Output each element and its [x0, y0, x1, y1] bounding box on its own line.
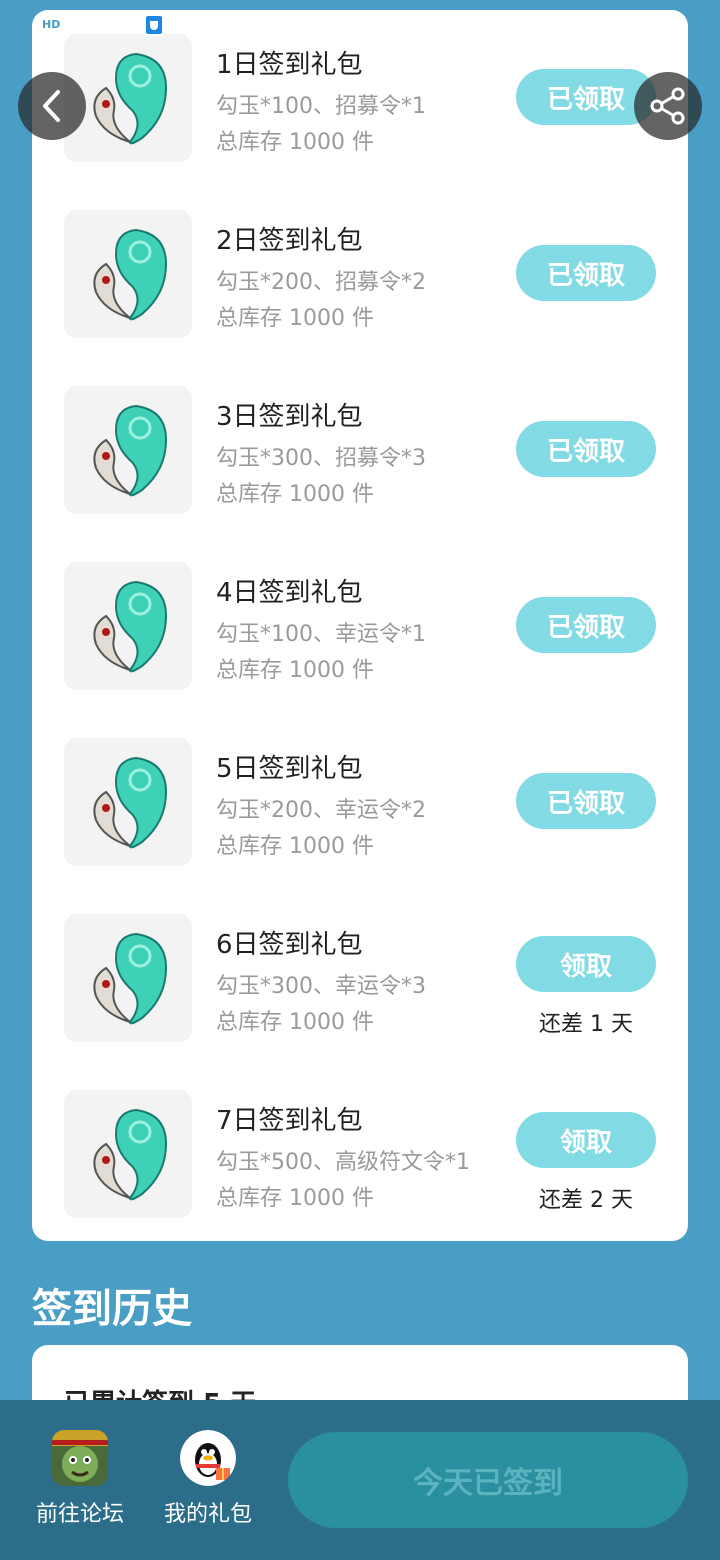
gift-thumbnail — [64, 914, 192, 1042]
claimed-button[interactable]: 已领取 — [516, 245, 656, 301]
back-button[interactable] — [18, 72, 86, 140]
claim-button[interactable]: 领取 — [516, 1112, 656, 1168]
magatama-icon — [93, 756, 168, 849]
gift-stock: 总库存 1000 件 — [216, 1186, 374, 1211]
gift-title: 4日签到礼包 — [216, 578, 363, 608]
gift-description: 勾玉*300、幸运令*3 — [216, 974, 426, 999]
gift-stock: 总库存 1000 件 — [216, 130, 374, 155]
gift-item-day-7: 7日签到礼包 勾玉*500、高级符文令*1 总库存 1000 件 领取 还差 2… — [32, 1066, 688, 1242]
gift-item-day-3: 3日签到礼包 勾玉*300、招募令*3 总库存 1000 件 已领取 — [32, 362, 688, 538]
magatama-icon — [93, 580, 168, 673]
magatama-icon — [93, 228, 168, 321]
gift-item-day-5: 5日签到礼包 勾玉*200、幸运令*2 总库存 1000 件 已领取 — [32, 714, 688, 890]
gift-thumbnail — [64, 562, 192, 690]
shield-icon — [143, 14, 164, 36]
magatama-icon — [93, 52, 168, 145]
forum-label: 前往论坛 — [35, 1502, 124, 1527]
days-remaining: 还差 2 天 — [539, 1188, 633, 1213]
share-button[interactable] — [634, 72, 702, 140]
forum-button[interactable]: 前往论坛 — [20, 1430, 140, 1528]
game-avatar-icon — [52, 1430, 108, 1486]
gift-stock: 总库存 1000 件 — [216, 482, 374, 507]
gift-title: 5日签到礼包 — [216, 754, 363, 784]
claimed-button[interactable]: 已领取 — [516, 421, 656, 477]
claimed-button[interactable]: 已领取 — [516, 773, 656, 829]
gift-description: 勾玉*200、幸运令*2 — [216, 798, 426, 823]
claimed-button[interactable]: 已领取 — [516, 597, 656, 653]
status-left: HD 4G — [40, 14, 164, 36]
bottom-bar: 前往论坛 我的礼包 今天已签到 — [0, 1400, 720, 1560]
gift-title: 7日签到礼包 — [216, 1106, 363, 1136]
status-right: N 30 11:25 — [517, 13, 682, 37]
gift-description: 勾玉*100、招募令*1 — [216, 94, 426, 119]
gift-title: 2日签到礼包 — [216, 226, 363, 256]
gift-thumbnail — [64, 1090, 192, 1218]
wifi-icon — [115, 17, 136, 33]
claim-button[interactable]: 领取 — [516, 936, 656, 992]
gift-title: 6日签到礼包 — [216, 930, 363, 960]
gift-item-day-4: 4日签到礼包 勾玉*100、幸运令*1 总库存 1000 件 已领取 — [32, 538, 688, 714]
magatama-icon — [93, 404, 168, 497]
gift-description: 勾玉*300、招募令*3 — [216, 446, 426, 471]
gift-description: 勾玉*200、招募令*2 — [216, 270, 426, 295]
gift-thumbnail — [64, 738, 192, 866]
clock: 11:25 — [621, 13, 682, 37]
my-gifts-button[interactable]: 我的礼包 — [148, 1430, 268, 1528]
qq-penguin-icon — [180, 1430, 236, 1486]
status-bar: HD 4G N 30 11:25 — [0, 0, 720, 50]
gift-stock: 总库存 1000 件 — [216, 658, 374, 683]
gift-item-day-2: 2日签到礼包 勾玉*200、招募令*2 总库存 1000 件 已领取 — [32, 186, 688, 362]
days-remaining: 还差 1 天 — [539, 1012, 633, 1037]
gift-item-day-6: 6日签到礼包 勾玉*300、幸运令*3 总库存 1000 件 领取 还差 1 天 — [32, 890, 688, 1066]
my-gifts-label: 我的礼包 — [163, 1502, 252, 1527]
gift-stock: 总库存 1000 件 — [216, 834, 374, 859]
eye-icon — [518, 18, 543, 32]
hd-indicator: HD — [40, 17, 63, 33]
history-title: 签到历史 — [32, 1286, 192, 1332]
gift-stock: 总库存 1000 件 — [216, 1010, 374, 1035]
gift-stock: 总库存 1000 件 — [216, 306, 374, 331]
checkin-button[interactable]: 今天已签到 — [288, 1432, 688, 1528]
gift-thumbnail — [64, 386, 192, 514]
signal-icon — [89, 16, 108, 34]
gift-list-card: 1日签到礼包 勾玉*100、招募令*1 总库存 1000 件 已领取 2日签到礼… — [32, 10, 688, 1241]
gift-title: 3日签到礼包 — [216, 402, 363, 432]
chevron-left-icon — [43, 90, 60, 122]
battery-icon: 30 — [575, 15, 619, 35]
gift-description: 勾玉*500、高级符文令*1 — [216, 1150, 470, 1175]
magatama-icon — [93, 1108, 168, 1201]
share-icon — [650, 87, 685, 125]
nfc-icon: N — [549, 15, 570, 35]
gift-thumbnail — [64, 210, 192, 338]
network-type: 4G — [68, 19, 84, 31]
gift-description: 勾玉*100、幸运令*1 — [216, 622, 426, 647]
magatama-icon — [93, 932, 168, 1025]
